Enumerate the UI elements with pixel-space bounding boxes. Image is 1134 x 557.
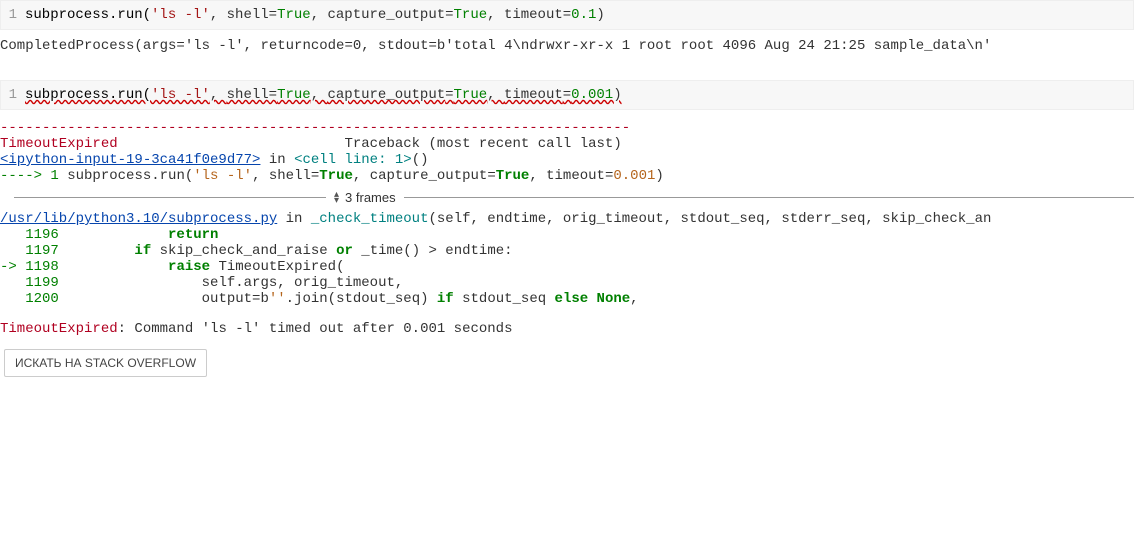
source-file-link[interactable]: /usr/lib/python3.10/subprocess.py <box>0 211 277 227</box>
code-cell-1[interactable]: 1 subprocess.run('ls -l', shell=True, ca… <box>0 0 1134 30</box>
search-stackoverflow-button[interactable]: ИСКАТЬ НА STACK OVERFLOW <box>4 349 207 377</box>
tb-final-message: TimeoutExpired: Command 'ls -l' timed ou… <box>0 321 1134 337</box>
tb-source-line: 1196 return <box>0 227 1134 243</box>
tb-source-line: 1199 self.args, orig_timeout, <box>0 275 1134 291</box>
ipython-input-link[interactable]: <ipython-input-19-3ca41f0e9d77> <box>0 152 260 168</box>
output-cell-1: CompletedProcess(args='ls -l', returncod… <box>0 30 1134 62</box>
tb-location: <ipython-input-19-3ca41f0e9d77> in <cell… <box>0 152 1134 168</box>
frames-count-label: 3 frames <box>345 190 396 205</box>
tb-separator: ----------------------------------------… <box>0 120 1134 136</box>
line-number: 1 <box>1 7 25 23</box>
code-line-error: subprocess.run('ls -l', shell=True, capt… <box>25 87 622 103</box>
tb-call-line: ----> 1 subprocess.run('ls -l', shell=Tr… <box>0 168 1134 184</box>
tb-source-line-current: -> 1198 raise TimeoutExpired( <box>0 259 1134 275</box>
tb-file-location: /usr/lib/python3.10/subprocess.py in _ch… <box>0 211 1134 227</box>
expand-icon: ▴▾ <box>334 192 339 204</box>
tb-source-line: 1197 if skip_check_and_raise or _time() … <box>0 243 1134 259</box>
line-number: 1 <box>1 87 25 103</box>
frames-collapse-bar[interactable]: ▴▾ 3 frames <box>14 190 1134 205</box>
tb-header: TimeoutExpired Traceback (most recent ca… <box>0 136 1134 152</box>
code-line: subprocess.run('ls -l', shell=True, capt… <box>25 7 605 23</box>
traceback-block: ----------------------------------------… <box>0 120 1134 337</box>
tb-source-line: 1200 output=b''.join(stdout_seq) if stdo… <box>0 291 1134 307</box>
code-cell-2[interactable]: 1 subprocess.run('ls -l', shell=True, ca… <box>0 80 1134 110</box>
